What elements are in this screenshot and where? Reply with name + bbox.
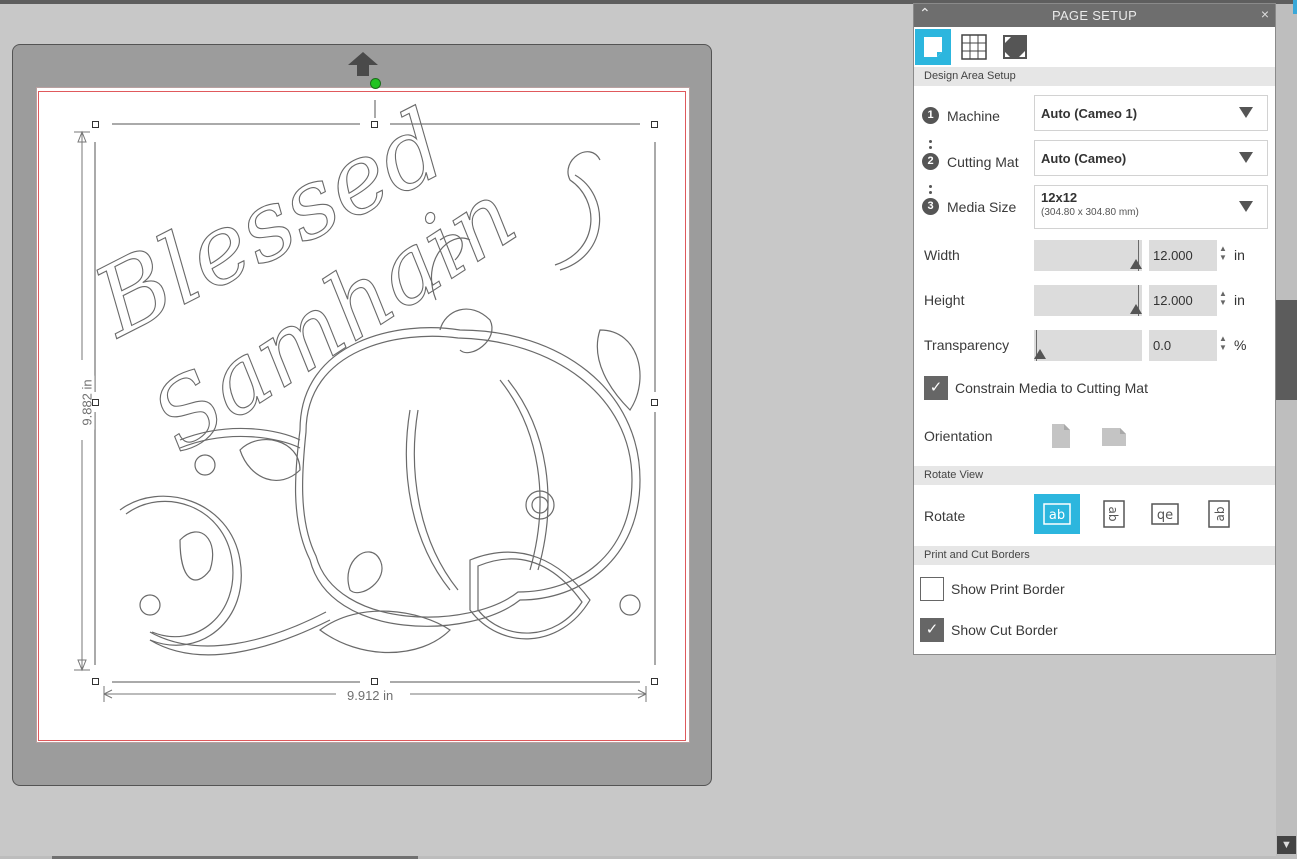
- print-cut-borders-section-header: Print and Cut Borders: [914, 546, 1275, 565]
- width-spinner-icon[interactable]: ▲ ▼: [1219, 244, 1227, 262]
- machine-row: 1 Machine Auto (Cameo 1): [914, 93, 1275, 133]
- height-label: Height: [924, 292, 965, 308]
- vertical-scrollbar-thumb[interactable]: [1276, 300, 1297, 400]
- resize-handle-bottom-right[interactable]: [651, 678, 658, 685]
- step-3-icon: 3: [922, 198, 939, 215]
- resize-handle-left[interactable]: [92, 399, 99, 406]
- constrain-label: Constrain Media to Cutting Mat: [955, 380, 1148, 396]
- chevron-down-icon: [1239, 107, 1253, 118]
- constrain-row: ✓ Constrain Media to Cutting Mat: [914, 376, 1275, 404]
- transparency-spinner-icon[interactable]: ▲ ▼: [1219, 334, 1227, 352]
- resize-handle-top-left[interactable]: [92, 121, 99, 128]
- resize-handle-bottom[interactable]: [371, 678, 378, 685]
- panel-title: PAGE SETUP: [1051, 8, 1138, 23]
- rotate-0-icon: ab: [1043, 503, 1071, 525]
- width-slider[interactable]: [1034, 240, 1142, 271]
- resize-handle-right[interactable]: [651, 399, 658, 406]
- rotate-90-button[interactable]: ab: [1091, 494, 1137, 534]
- tab-page-setup[interactable]: [915, 29, 951, 65]
- height-spinner-icon[interactable]: ▲ ▼: [1219, 289, 1227, 307]
- svg-text:qe: qe: [1157, 508, 1173, 523]
- rotate-0-button[interactable]: ab: [1034, 494, 1080, 534]
- show-print-border-checkbox[interactable]: [920, 577, 944, 601]
- transparency-input[interactable]: 0.0: [1149, 330, 1217, 361]
- design-area-section-header: Design Area Setup: [914, 67, 1275, 86]
- svg-text:ab: ab: [1106, 507, 1120, 522]
- transparency-label: Transparency: [924, 337, 1010, 353]
- registration-marks-icon: [1003, 35, 1027, 59]
- step-2-icon: 2: [922, 153, 939, 170]
- close-icon[interactable]: ×: [1261, 6, 1269, 22]
- width-dimension-label: 9.912 in: [343, 688, 398, 703]
- svg-text:ab: ab: [1049, 508, 1065, 523]
- cutting-mat-dropdown[interactable]: Auto (Cameo): [1034, 140, 1268, 176]
- rotate-90-icon: ab: [1103, 500, 1125, 528]
- slider-thumb[interactable]: [1130, 304, 1142, 314]
- page-setup-panel: ⌃ PAGE SETUP × Design Area Setup 1 Machi…: [913, 3, 1276, 655]
- rotate-row: Rotate ab ab qe ab: [914, 492, 1275, 536]
- edge-accent: [1293, 0, 1297, 14]
- portrait-orientation-icon[interactable]: [1050, 422, 1072, 450]
- machine-dropdown[interactable]: Auto (Cameo 1): [1034, 95, 1268, 131]
- transparency-unit: %: [1234, 337, 1247, 353]
- page-icon: [924, 37, 942, 57]
- resize-handle-top-right[interactable]: [651, 121, 658, 128]
- show-cut-border-checkbox[interactable]: ✓: [920, 618, 944, 642]
- landscape-orientation-icon[interactable]: [1100, 426, 1128, 448]
- media-size-value: 12x12: [1041, 190, 1078, 205]
- panel-header: ⌃ PAGE SETUP ×: [914, 4, 1275, 27]
- vertical-scrollbar[interactable]: [1276, 4, 1297, 859]
- rotate-view-section-header: Rotate View: [914, 466, 1275, 485]
- constrain-checkbox[interactable]: ✓: [924, 376, 948, 400]
- width-label: Width: [924, 247, 960, 263]
- cutting-mat-row: 2 Cutting Mat Auto (Cameo): [914, 138, 1275, 178]
- step-1-icon: 1: [922, 107, 939, 124]
- cutting-mat-label: Cutting Mat: [947, 154, 1019, 170]
- height-slider[interactable]: [1034, 285, 1142, 316]
- panel-tabs: [914, 27, 1275, 67]
- height-row: Height 12.000 ▲ ▼ in: [914, 285, 1275, 318]
- transparency-row: Transparency 0.0 ▲ ▼ %: [914, 330, 1275, 363]
- media-size-dropdown[interactable]: 12x12 (304.80 x 304.80 mm): [1034, 185, 1268, 229]
- rotate-180-button[interactable]: qe: [1142, 494, 1188, 534]
- show-print-border-row: Show Print Border: [914, 576, 1275, 604]
- cutting-mat-value: Auto (Cameo): [1041, 151, 1127, 166]
- media-size-row: 3 Media Size 12x12 (304.80 x 304.80 mm): [914, 183, 1275, 229]
- media-size-mm: (304.80 x 304.80 mm): [1041, 207, 1139, 218]
- rotate-180-icon: qe: [1151, 503, 1179, 525]
- rotate-270-button[interactable]: ab: [1196, 494, 1242, 534]
- grid-icon: [961, 34, 987, 60]
- design-artwork[interactable]: Blessed Samhain: [0, 0, 720, 760]
- orientation-row: Orientation: [914, 422, 1275, 452]
- tab-grid[interactable]: [956, 29, 992, 65]
- width-row: Width 12.000 ▲ ▼ in: [914, 240, 1275, 273]
- scroll-down-icon[interactable]: ▼: [1277, 836, 1296, 854]
- show-cut-border-label: Show Cut Border: [951, 622, 1058, 638]
- width-input[interactable]: 12.000: [1149, 240, 1217, 271]
- chevron-down-icon: [1239, 201, 1253, 212]
- slider-thumb[interactable]: [1034, 349, 1046, 359]
- chevron-down-icon: [1239, 152, 1253, 163]
- show-cut-border-row: ✓ Show Cut Border: [914, 617, 1275, 645]
- tab-registration-marks[interactable]: [996, 29, 1032, 65]
- slider-thumb[interactable]: [1130, 259, 1142, 269]
- media-size-label: Media Size: [947, 199, 1017, 215]
- machine-label: Machine: [947, 108, 1000, 124]
- show-print-border-label: Show Print Border: [951, 581, 1065, 597]
- machine-value: Auto (Cameo 1): [1041, 106, 1138, 121]
- resize-handle-bottom-left[interactable]: [92, 678, 99, 685]
- rotate-270-icon: ab: [1208, 500, 1230, 528]
- svg-text:ab: ab: [1213, 507, 1227, 522]
- height-input[interactable]: 12.000: [1149, 285, 1217, 316]
- height-unit: in: [1234, 292, 1245, 308]
- transparency-slider[interactable]: [1034, 330, 1142, 361]
- orientation-label: Orientation: [924, 428, 993, 444]
- rotate-label: Rotate: [924, 508, 966, 524]
- resize-handle-top[interactable]: [371, 121, 378, 128]
- width-unit: in: [1234, 247, 1245, 263]
